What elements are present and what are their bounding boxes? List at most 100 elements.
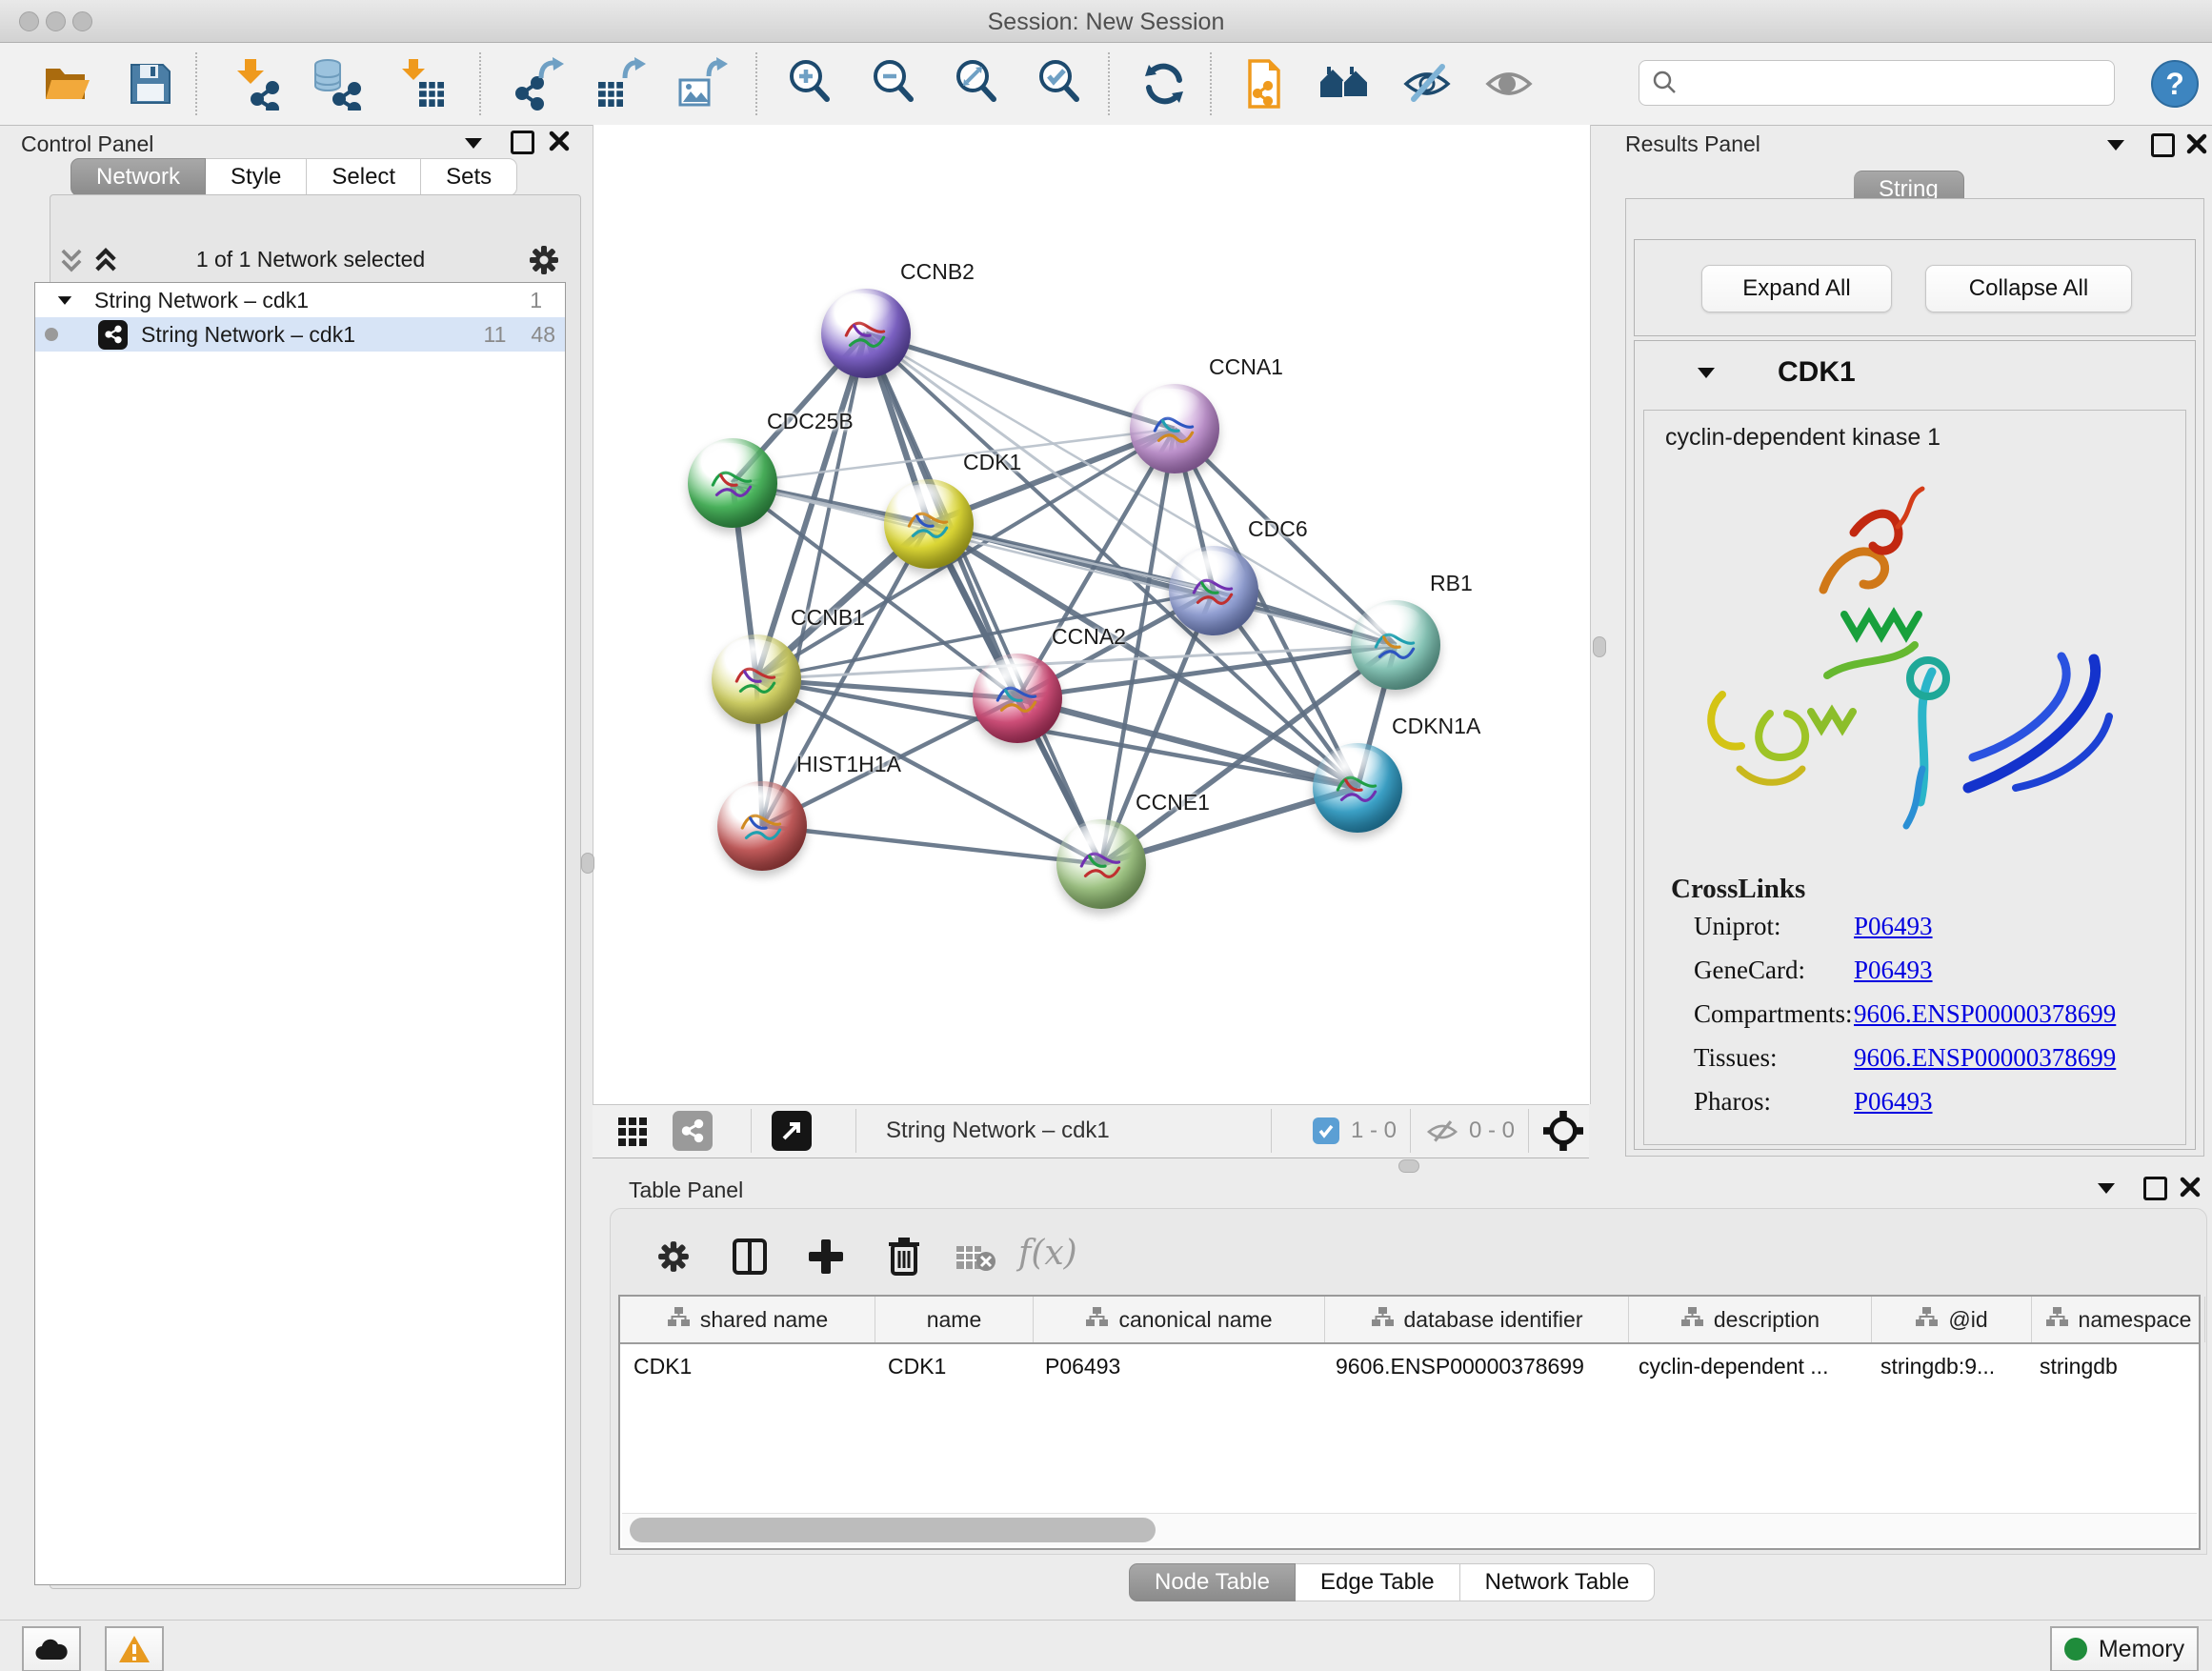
network-node-CDC6[interactable] [1169, 546, 1258, 635]
search-input[interactable] [1639, 60, 2115, 106]
function-builder-icon[interactable]: f(x) [1018, 1234, 1077, 1273]
home-icon[interactable] [1317, 54, 1374, 113]
network-options-gear-icon[interactable] [528, 244, 560, 276]
crosslink-link[interactable]: P06493 [1854, 1087, 1933, 1117]
control-panel-maximize-icon[interactable] [511, 131, 534, 154]
show-columns-icon[interactable] [731, 1238, 769, 1276]
network-collection-row[interactable]: String Network – cdk1 1 [35, 283, 565, 317]
import-table-file-icon[interactable] [392, 54, 450, 113]
tab-select[interactable]: Select [307, 158, 421, 196]
left-splitter-grip[interactable] [581, 853, 594, 874]
table-cell[interactable]: stringdb [2026, 1344, 2199, 1388]
table-cell[interactable]: P06493 [1032, 1344, 1322, 1388]
create-column-plus-icon[interactable] [807, 1238, 845, 1276]
table-options-gear-icon[interactable] [656, 1239, 691, 1274]
network-node-HIST1H1A[interactable] [717, 781, 807, 871]
zoom-in-icon[interactable] [783, 54, 840, 113]
column-header-canonical-name[interactable]: canonical name [1034, 1297, 1325, 1342]
network-node-CCNB2[interactable] [821, 289, 911, 378]
results-panel-maximize-icon[interactable] [2151, 133, 2175, 157]
tab-sets[interactable]: Sets [421, 158, 517, 196]
table-cell[interactable]: 9606.ENSP00000378699 [1322, 1344, 1625, 1388]
refresh-style-icon[interactable] [1136, 54, 1193, 113]
table-panel-close-icon[interactable] [2180, 1177, 2201, 1198]
open-session-icon[interactable] [38, 54, 95, 113]
grid-view-icon[interactable] [617, 1117, 648, 1147]
save-session-icon[interactable] [122, 54, 179, 113]
tree-expand-icon[interactable] [58, 296, 71, 305]
import-network-file-icon[interactable] [227, 54, 284, 113]
column-header-shared-name[interactable]: shared name [620, 1297, 875, 1342]
table-panel-maximize-icon[interactable] [2143, 1177, 2167, 1200]
open-in-window-icon[interactable] [772, 1111, 812, 1151]
zoom-selected-icon[interactable] [1033, 54, 1090, 113]
tab-edge-table[interactable]: Edge Table [1296, 1563, 1460, 1601]
expand-all-icon[interactable] [93, 248, 118, 272]
tab-node-table[interactable]: Node Table [1129, 1563, 1296, 1601]
control-panel-float-icon[interactable] [465, 138, 482, 149]
network-node-CCNB1[interactable] [712, 634, 801, 724]
column-header--id[interactable]: @id [1872, 1297, 2032, 1342]
network-node-CDC25B[interactable] [688, 438, 777, 528]
crosslink-link[interactable]: 9606.ENSP00000378699 [1854, 1043, 2116, 1073]
control-panel-close-icon[interactable] [549, 131, 570, 151]
table-cell[interactable]: CDK1 [620, 1344, 875, 1388]
memory-button[interactable]: Memory [2050, 1626, 2199, 1671]
table-row[interactable]: CDK1CDK1P064939606.ENSP00000378699cyclin… [620, 1344, 2199, 1388]
network-view-share-icon[interactable] [673, 1111, 713, 1151]
birdseye-crosshair-icon[interactable] [1543, 1111, 1583, 1151]
warnings-button[interactable] [105, 1626, 164, 1671]
tab-network[interactable]: Network [70, 158, 206, 196]
right-splitter-grip[interactable] [1593, 636, 1606, 657]
scrollbar-thumb[interactable] [630, 1518, 1156, 1542]
network-node-CCNE1[interactable] [1056, 819, 1146, 909]
table-cell[interactable]: cyclin-dependent ... [1625, 1344, 1867, 1388]
tab-style[interactable]: Style [206, 158, 307, 196]
search-field[interactable] [1679, 70, 2114, 96]
crosslink-link[interactable]: 9606.ENSP00000378699 [1854, 999, 2116, 1029]
hide-selected-eye-icon[interactable] [1398, 54, 1456, 113]
crosslink-link[interactable]: P06493 [1854, 956, 1933, 985]
expand-all-button[interactable]: Expand All [1701, 265, 1892, 312]
delete-table-icon[interactable] [955, 1243, 997, 1272]
network-edge[interactable] [866, 333, 1175, 429]
network-view-canvas[interactable]: CCNB2CCNA1CDC25BCDK1CDC6RB1CCNB1CCNA2CDK… [593, 125, 1591, 1104]
export-network-icon[interactable] [511, 54, 568, 113]
column-header-description[interactable]: description [1629, 1297, 1872, 1342]
table-horizontal-scrollbar[interactable] [622, 1513, 2197, 1546]
network-node-CCNA1[interactable] [1130, 384, 1219, 473]
import-network-database-icon[interactable] [309, 54, 366, 113]
results-panel-float-icon[interactable] [2107, 140, 2124, 151]
network-node-CDK1[interactable] [884, 479, 974, 569]
column-header-database-identifier[interactable]: database identifier [1325, 1297, 1629, 1342]
column-header-namespace[interactable]: namespace [2032, 1297, 2205, 1342]
tab-network-table[interactable]: Network Table [1460, 1563, 1656, 1601]
crosslink-link[interactable]: P06493 [1854, 912, 1933, 941]
cloud-button[interactable] [22, 1626, 81, 1671]
string-document-icon[interactable] [1235, 54, 1292, 113]
table-cell[interactable]: CDK1 [875, 1344, 1032, 1388]
network-node-CCNA2[interactable] [973, 654, 1062, 743]
export-table-icon[interactable] [593, 54, 650, 113]
help-button[interactable]: ? [2151, 60, 2199, 108]
crosslink-label: Compartments: [1694, 999, 1852, 1029]
zoom-out-icon[interactable] [867, 54, 924, 113]
selected-checkbox[interactable] [1313, 1117, 1339, 1144]
network-node-RB1[interactable] [1351, 600, 1440, 690]
export-image-icon[interactable] [674, 54, 732, 113]
network-row-selected[interactable]: String Network – cdk1 11 48 [35, 317, 565, 352]
show-all-eye-icon[interactable] [1480, 54, 1538, 113]
delete-column-trash-icon[interactable] [885, 1236, 923, 1276]
table-cell[interactable]: stringdb:9... [1867, 1344, 2026, 1388]
network-view-toolbar: String Network – cdk1 1 - 0 0 - 0 [593, 1104, 1589, 1158]
network-edge[interactable] [762, 826, 1101, 864]
collapse-all-button[interactable]: Collapse All [1925, 265, 2132, 312]
collapse-all-icon[interactable] [59, 248, 84, 272]
network-edge[interactable] [866, 333, 1101, 864]
results-panel-close-icon[interactable] [2186, 133, 2207, 154]
network-node-CDKN1A[interactable] [1313, 743, 1402, 833]
gene-collapse-icon[interactable] [1698, 368, 1715, 378]
zoom-fit-icon[interactable] [950, 54, 1007, 113]
table-panel-float-icon[interactable] [2098, 1183, 2115, 1194]
column-header-name[interactable]: name [875, 1297, 1034, 1342]
